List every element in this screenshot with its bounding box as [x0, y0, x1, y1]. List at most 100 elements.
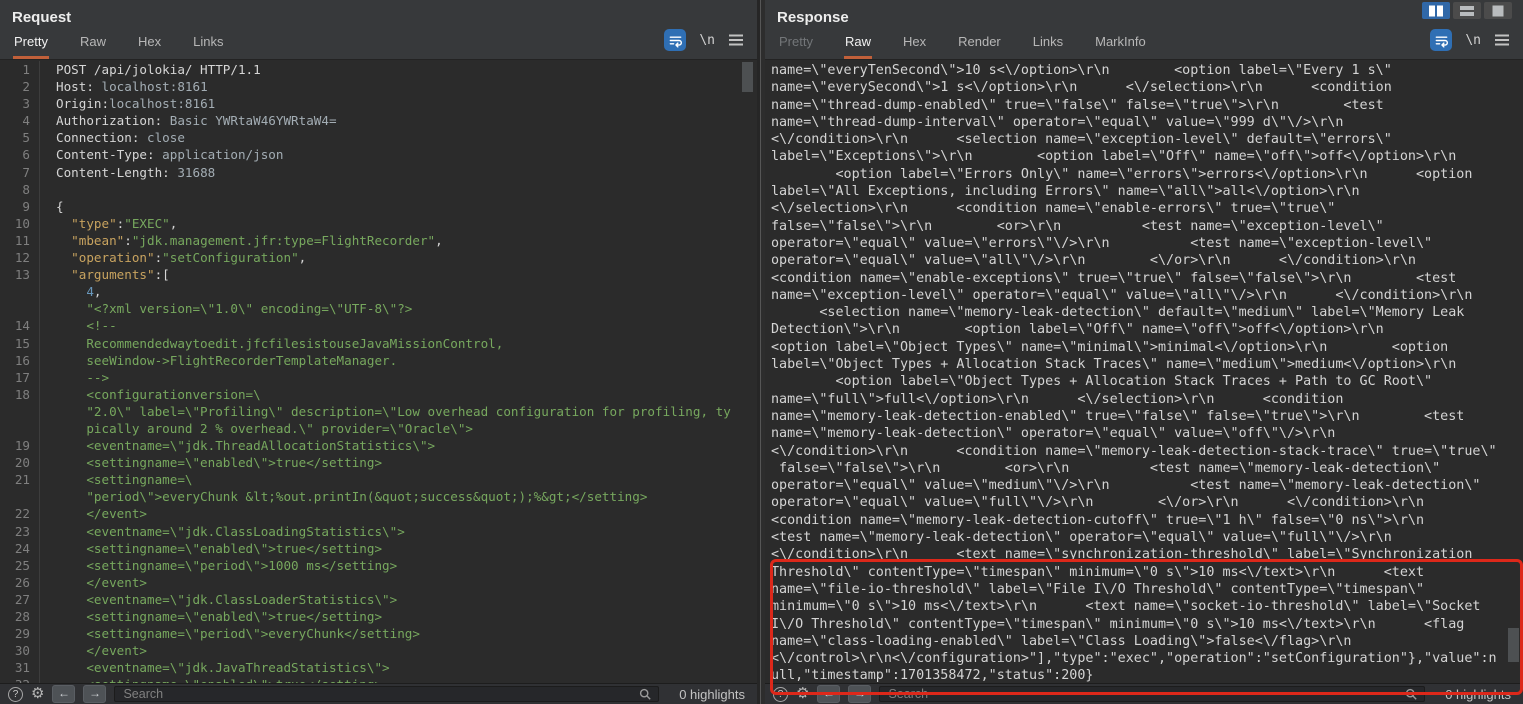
layout-columns-icon[interactable]	[1422, 2, 1450, 19]
tab-links[interactable]: Links	[1032, 30, 1064, 59]
request-code-row: 17 -->	[0, 369, 757, 386]
request-code-row: 11 "mbean":"jdk.management.jfr:type=Flig…	[0, 232, 757, 249]
panel-divider[interactable]	[757, 0, 765, 704]
layout-buttons	[1422, 2, 1512, 19]
search-icon	[639, 688, 652, 701]
request-scrollbar-thumb[interactable]	[742, 62, 753, 92]
tab-hex[interactable]: Hex	[137, 30, 162, 59]
response-code-row: name=\"class-loading-enabled\" label=\"C…	[771, 633, 1523, 650]
tab-links[interactable]: Links	[192, 30, 224, 59]
next-match-button[interactable]: →	[848, 685, 871, 703]
gear-icon[interactable]: ⚙	[31, 686, 44, 702]
response-code-row: name=\"exception-level\" operator=\"equa…	[771, 287, 1523, 304]
request-search-input[interactable]	[121, 686, 639, 702]
response-code-row: ull,"timestamp":1701358472,"status":200}	[771, 667, 1523, 684]
response-highlights-count: 0 highlights	[1433, 687, 1515, 702]
request-code-row: "<?xml version=\"1.0\" encoding=\"UTF-8\…	[0, 300, 757, 317]
request-code-row: 15 Recommendedwaytoedit.jfcfilesistouseJ…	[0, 335, 757, 352]
request-code-row: 8	[0, 181, 757, 198]
tab-hex[interactable]: Hex	[902, 30, 927, 59]
tab-raw[interactable]: Raw	[79, 30, 107, 59]
tab-pretty[interactable]: Pretty	[778, 30, 814, 59]
newline-toggle-icon[interactable]: \n	[699, 33, 715, 48]
response-editor: name=\"everyTenSecond\">10 s<\/option>\r…	[765, 60, 1523, 684]
request-code-row: 25 <settingname=\"period\">1000 ms</sett…	[0, 557, 757, 574]
layout-single-icon[interactable]	[1484, 2, 1512, 19]
menu-icon[interactable]	[1494, 34, 1510, 46]
response-header-icons: \n	[1430, 29, 1510, 51]
response-code-row: I\/O Threshold\" contentType=\"timespan\…	[771, 616, 1523, 633]
response-code-row: <test name=\"memory-leak-detection\" ope…	[771, 529, 1523, 546]
request-code-row: 10 "type":"EXEC",	[0, 215, 757, 232]
response-code-row: Detection\">\r\n <option label=\"Off\" n…	[771, 321, 1523, 338]
response-code-row: label=\"Exceptions\">\r\n <option label=…	[771, 148, 1523, 165]
response-code-row: false=\"false\">\r\n <or>\r\n <test name…	[771, 460, 1523, 477]
request-title: Request	[12, 9, 71, 26]
request-code-row: 5Connection: close	[0, 129, 757, 146]
newline-toggle-icon[interactable]: \n	[1465, 33, 1481, 48]
response-code-row: <\/condition>\r\n <selection name=\"exce…	[771, 131, 1523, 148]
response-code-row: <\/condition>\r\n <condition name=\"memo…	[771, 443, 1523, 460]
gear-icon[interactable]: ⚙	[796, 686, 809, 702]
response-code-row: operator=\"equal\" value=\"full\"\/>\r\n…	[771, 494, 1523, 511]
request-code-row: 3Origin:localhost:8161	[0, 95, 757, 112]
response-code-row: operator=\"equal\" value=\"medium\"\/>\r…	[771, 477, 1523, 494]
response-code-row: label=\"Object Types + Allocation Stack …	[771, 356, 1523, 373]
prev-match-button[interactable]: ←	[817, 685, 840, 703]
response-code-row: name=\"file-io-threshold\" label=\"File …	[771, 581, 1523, 598]
request-code-row: 19 <eventname=\"jdk.ThreadAllocationStat…	[0, 437, 757, 454]
request-code-row: 18 <configurationversion=\	[0, 386, 757, 403]
response-code-row: name=\"everySecond\">1 s<\/option>\r\n <…	[771, 79, 1523, 96]
tab-pretty[interactable]: Pretty	[13, 30, 49, 59]
response-code-row: <selection name=\"memory-leak-detection\…	[771, 304, 1523, 321]
response-code-row: name=\"memory-leak-detection-enabled\" t…	[771, 408, 1523, 425]
response-code: name=\"everyTenSecond\">10 s<\/option>\r…	[765, 60, 1523, 684]
search-icon	[1405, 688, 1418, 701]
prev-match-button[interactable]: ←	[52, 685, 75, 703]
response-header: Response PrettyRawHexRenderLinksMarkInfo…	[765, 0, 1523, 60]
response-findbar: ? ⚙ ← → 0 highlights	[765, 683, 1523, 704]
request-search-field	[114, 686, 659, 702]
request-code-row: 7Content-Length: 31688	[0, 164, 757, 181]
response-code-row: name=\"thread-dump-enabled\" true=\"fals…	[771, 97, 1523, 114]
response-code-row: minimum=\"0 s\">10 ms<\/text>\r\n <text …	[771, 598, 1523, 615]
request-code-row: 1POST /api/jolokia/ HTTP/1.1	[0, 61, 757, 78]
response-code-row: operator=\"equal\" value=\"all\"\/>\r\n …	[771, 252, 1523, 269]
response-code-row: name=\"memory-leak-detection\" operator=…	[771, 425, 1523, 442]
request-code-row: 29 <settingname=\"period\">everyChunk</s…	[0, 625, 757, 642]
response-code-row: <\/condition>\r\n <text name=\"synchroni…	[771, 546, 1523, 563]
response-scrollbar-thumb[interactable]	[1508, 628, 1519, 662]
response-code-row: <\/control>\r\n<\/configuration>"],"type…	[771, 650, 1523, 667]
request-editor[interactable]: 1POST /api/jolokia/ HTTP/1.12Host: local…	[0, 60, 757, 684]
request-code-row: "2.0\" label=\"Profiling\" description=\…	[0, 403, 757, 420]
response-code-row: name=\"everyTenSecond\">10 s<\/option>\r…	[771, 62, 1523, 79]
layout-rows-icon[interactable]	[1453, 2, 1481, 19]
response-search-input[interactable]	[886, 686, 1405, 702]
help-icon[interactable]: ?	[8, 687, 23, 702]
next-match-button[interactable]: →	[83, 685, 106, 703]
tab-markinfo[interactable]: MarkInfo	[1094, 30, 1147, 59]
response-code-row: label=\"All Exceptions, including Errors…	[771, 183, 1523, 200]
request-code-row: "period\">everyChunk &lt;%out.printIn(&q…	[0, 488, 757, 505]
response-code-row: <condition name=\"enable-exceptions\" tr…	[771, 270, 1523, 287]
request-code-row: 13 "arguments":[	[0, 266, 757, 283]
response-search-field	[879, 686, 1425, 702]
request-header: Request Pretty Raw Hex Links \n	[0, 0, 757, 60]
response-code-row: name=\"full\">full<\/option>\r\n <\/sele…	[771, 391, 1523, 408]
tab-raw[interactable]: Raw	[844, 30, 872, 59]
tab-render[interactable]: Render	[957, 30, 1002, 59]
request-code-row: 20 <settingname=\"enabled\">true</settin…	[0, 454, 757, 471]
request-highlights-count: 0 highlights	[667, 687, 749, 702]
response-code-row: <option label=\"Object Types + Allocatio…	[771, 373, 1523, 390]
request-code-row: 12 "operation":"setConfiguration",	[0, 249, 757, 266]
response-code-row: name=\"thread-dump-interval\" operator=\…	[771, 114, 1523, 131]
help-icon[interactable]: ?	[773, 687, 788, 702]
request-code-row: pically around 2 % overhead.\" provider=…	[0, 420, 757, 437]
request-code-row: 27 <eventname=\"jdk.ClassLoaderStatistic…	[0, 591, 757, 608]
request-tabs: Pretty Raw Hex Links	[13, 30, 224, 59]
request-code-row: 16 seeWindow->FlightRecorderTemplateMana…	[0, 352, 757, 369]
wrap-lines-icon[interactable]	[1430, 29, 1452, 51]
wrap-lines-icon[interactable]	[664, 29, 686, 51]
request-findbar: ? ⚙ ← → 0 highlights	[0, 683, 757, 704]
menu-icon[interactable]	[728, 34, 744, 46]
